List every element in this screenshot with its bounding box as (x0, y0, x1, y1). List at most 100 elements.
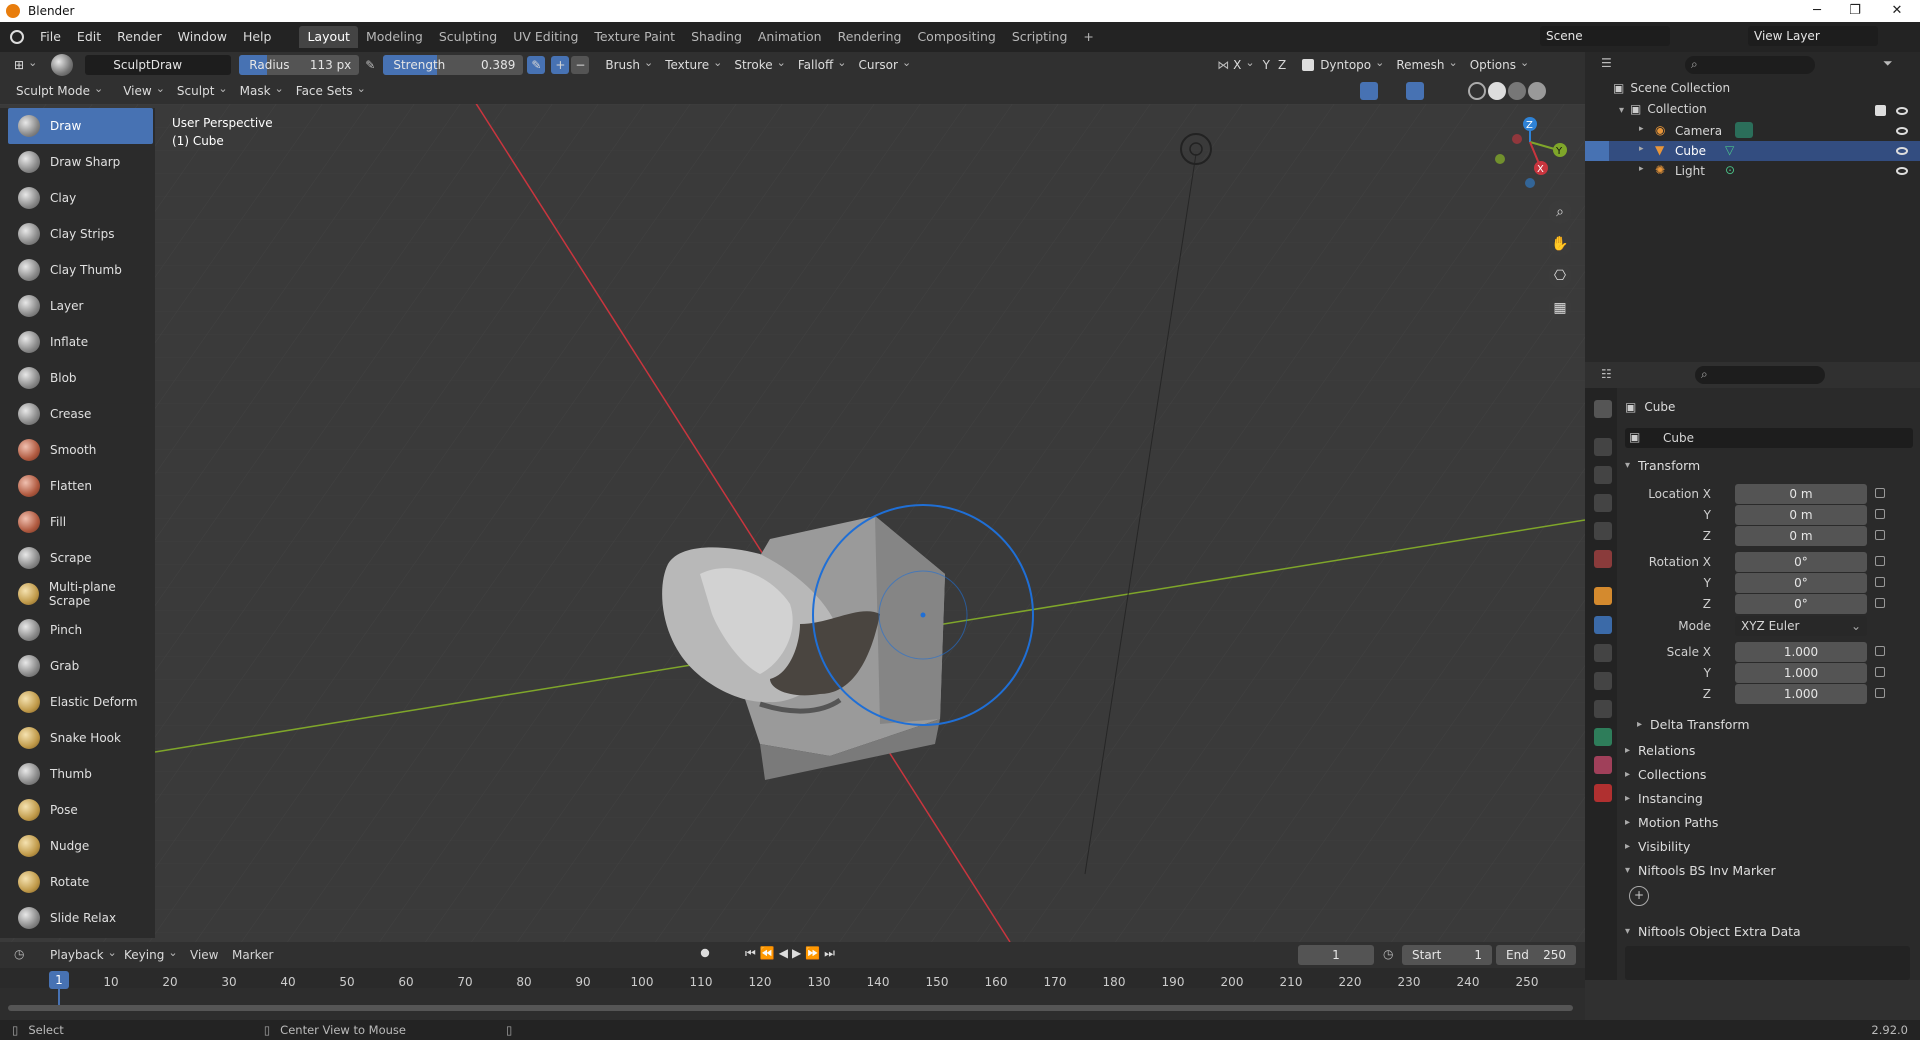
add-marker-button[interactable]: + (1629, 886, 1649, 906)
options-menu[interactable]: Options (1464, 55, 1536, 75)
pan-hand-icon[interactable]: ✋ (1548, 232, 1572, 256)
symmetry-x-toggle[interactable]: X (1229, 55, 1258, 75)
keying-menu[interactable]: Keying (118, 945, 184, 965)
collection-exclude-checkbox[interactable] (1875, 105, 1886, 116)
ortho-grid-icon[interactable]: ▦ (1548, 296, 1572, 320)
niftools-marker-section[interactable]: Niftools BS Inv Marker (1625, 858, 1776, 882)
blender-menu-icon[interactable] (10, 30, 24, 44)
view-layer-tab-icon[interactable] (1594, 494, 1612, 512)
dyntopo-menu[interactable]: Dyntopo (1314, 55, 1390, 75)
properties-search-input[interactable]: ⌕ (1695, 366, 1825, 384)
rotation-y-field[interactable]: 0° (1735, 573, 1867, 593)
shading-material-icon[interactable] (1508, 82, 1526, 100)
tool-thumb[interactable]: Thumb (0, 756, 155, 792)
location-y-field[interactable]: 0 m (1735, 505, 1867, 525)
symmetry-z-toggle[interactable]: Z (1274, 58, 1290, 72)
tool-inflate[interactable]: Inflate (0, 324, 155, 360)
lock-icon[interactable] (1875, 556, 1885, 566)
brush-preview-icon[interactable] (51, 54, 74, 76)
eye-icon[interactable] (1896, 127, 1908, 135)
tool-snake-hook[interactable]: Snake Hook (0, 720, 155, 756)
motion-paths-section[interactable]: Motion Paths (1625, 810, 1718, 834)
output-tab-icon[interactable] (1594, 466, 1612, 484)
tool-blob[interactable]: Blob (0, 360, 155, 396)
brush-name-field[interactable]: SculptDraw (85, 55, 232, 75)
tool-draw[interactable]: Draw (8, 108, 153, 144)
menu-edit[interactable]: Edit (69, 26, 109, 48)
add-workspace-button[interactable]: + (1075, 26, 1101, 48)
tool-pinch[interactable]: Pinch (0, 612, 155, 648)
falloff-menu[interactable]: Falloff (792, 55, 853, 75)
editor-type-icon[interactable]: ⊞ (8, 55, 43, 75)
tab-rendering[interactable]: Rendering (830, 26, 910, 48)
tool-grab[interactable]: Grab (0, 648, 155, 684)
outliner-editor-type-icon[interactable]: ☰ (1601, 56, 1612, 70)
tab-scripting[interactable]: Scripting (1004, 26, 1076, 48)
collections-section[interactable]: Collections (1625, 762, 1706, 786)
physics-tab-icon[interactable] (1594, 672, 1612, 690)
transform-section-header[interactable]: Transform (1625, 453, 1700, 477)
tool-nudge[interactable]: Nudge (0, 828, 155, 864)
cursor-menu[interactable]: Cursor (852, 55, 917, 75)
outliner-item-light[interactable]: ▸ ✺ Light ⊙ (1585, 161, 1920, 181)
scene-collection-row[interactable]: ▣ Scene Collection (1613, 81, 1730, 95)
lock-icon[interactable] (1875, 598, 1885, 608)
stroke-menu[interactable]: Stroke (728, 55, 791, 75)
menu-sculpt[interactable]: Sculpt (171, 81, 234, 101)
current-frame-field[interactable]: 1 (1298, 945, 1374, 965)
tool-scrape[interactable]: Scrape (0, 540, 155, 576)
overlay-toggle-icon[interactable] (1406, 82, 1424, 100)
tool-pose[interactable]: Pose (0, 792, 155, 828)
tool-flatten[interactable]: Flatten (0, 468, 155, 504)
playhead[interactable]: 1 (49, 971, 69, 989)
lock-icon[interactable] (1875, 488, 1885, 498)
timeline-marker-menu[interactable]: Marker (232, 948, 273, 962)
constraints-tab-icon[interactable] (1594, 700, 1612, 718)
tool-multi-plane-scrape[interactable]: Multi-plane Scrape (0, 576, 155, 612)
clock-icon[interactable]: ◷ (1383, 947, 1393, 961)
3d-viewport[interactable]: Z Y X User Perspective (1) Cube ⌕ ✋ ⎔ ▦ (0, 104, 1585, 942)
scene-tab-icon[interactable] (1594, 522, 1612, 540)
texture-tab-icon[interactable] (1594, 784, 1612, 802)
menu-render[interactable]: Render (109, 26, 170, 48)
tool-smooth[interactable]: Smooth (0, 432, 155, 468)
radius-pressure-icon[interactable]: ✎ (365, 58, 375, 72)
tool-crease[interactable]: Crease (0, 396, 155, 432)
tab-layout[interactable]: Layout (299, 26, 358, 48)
collection-row[interactable]: ▾ ▣ Collection (1619, 102, 1919, 116)
timeline-scrollbar[interactable] (8, 1005, 1573, 1011)
lock-icon[interactable] (1875, 646, 1885, 656)
eye-icon[interactable] (1896, 107, 1908, 115)
timeline-view-menu[interactable]: View (190, 948, 218, 962)
world-tab-icon[interactable] (1594, 550, 1612, 568)
lock-icon[interactable] (1875, 688, 1885, 698)
lock-icon[interactable] (1875, 530, 1885, 540)
object-tab-icon[interactable] (1594, 587, 1612, 605)
tab-shading[interactable]: Shading (683, 26, 750, 48)
symmetry-y-toggle[interactable]: Y (1259, 58, 1274, 72)
location-x-field[interactable]: 0 m (1735, 484, 1867, 504)
playback-menu[interactable]: Playback (44, 945, 123, 965)
outliner-item-camera[interactable]: ▸ ◉ Camera (1585, 121, 1920, 141)
menu-face-sets[interactable]: Face Sets (290, 81, 372, 101)
camera-view-icon[interactable]: ⎔ (1548, 264, 1572, 288)
particles-tab-icon[interactable] (1594, 644, 1612, 662)
edit-mode-icon[interactable] (1585, 141, 1609, 161)
tab-modeling[interactable]: Modeling (358, 26, 431, 48)
rotation-z-field[interactable]: 0° (1735, 594, 1867, 614)
direction-add-button[interactable]: + (551, 56, 570, 74)
rotation-x-field[interactable]: 0° (1735, 552, 1867, 572)
location-z-field[interactable]: 0 m (1735, 526, 1867, 546)
zoom-icon[interactable]: ⌕ (1548, 200, 1572, 224)
dyntopo-checkbox[interactable] (1302, 59, 1315, 71)
end-frame-field[interactable]: End 250 (1496, 945, 1576, 965)
properties-editor-type-icon[interactable]: ☷ (1601, 367, 1612, 381)
lock-icon[interactable] (1875, 577, 1885, 587)
outliner-item-cube[interactable]: ▸ ▼ Cube ▽ (1585, 141, 1920, 161)
object-name-field[interactable]: ▣ Cube (1625, 428, 1913, 448)
render-tab-icon[interactable] (1594, 438, 1612, 456)
tab-animation[interactable]: Animation (750, 26, 830, 48)
menu-file[interactable]: File (32, 26, 69, 48)
remesh-menu[interactable]: Remesh (1390, 55, 1463, 75)
tool-rotate[interactable]: Rotate (0, 864, 155, 900)
